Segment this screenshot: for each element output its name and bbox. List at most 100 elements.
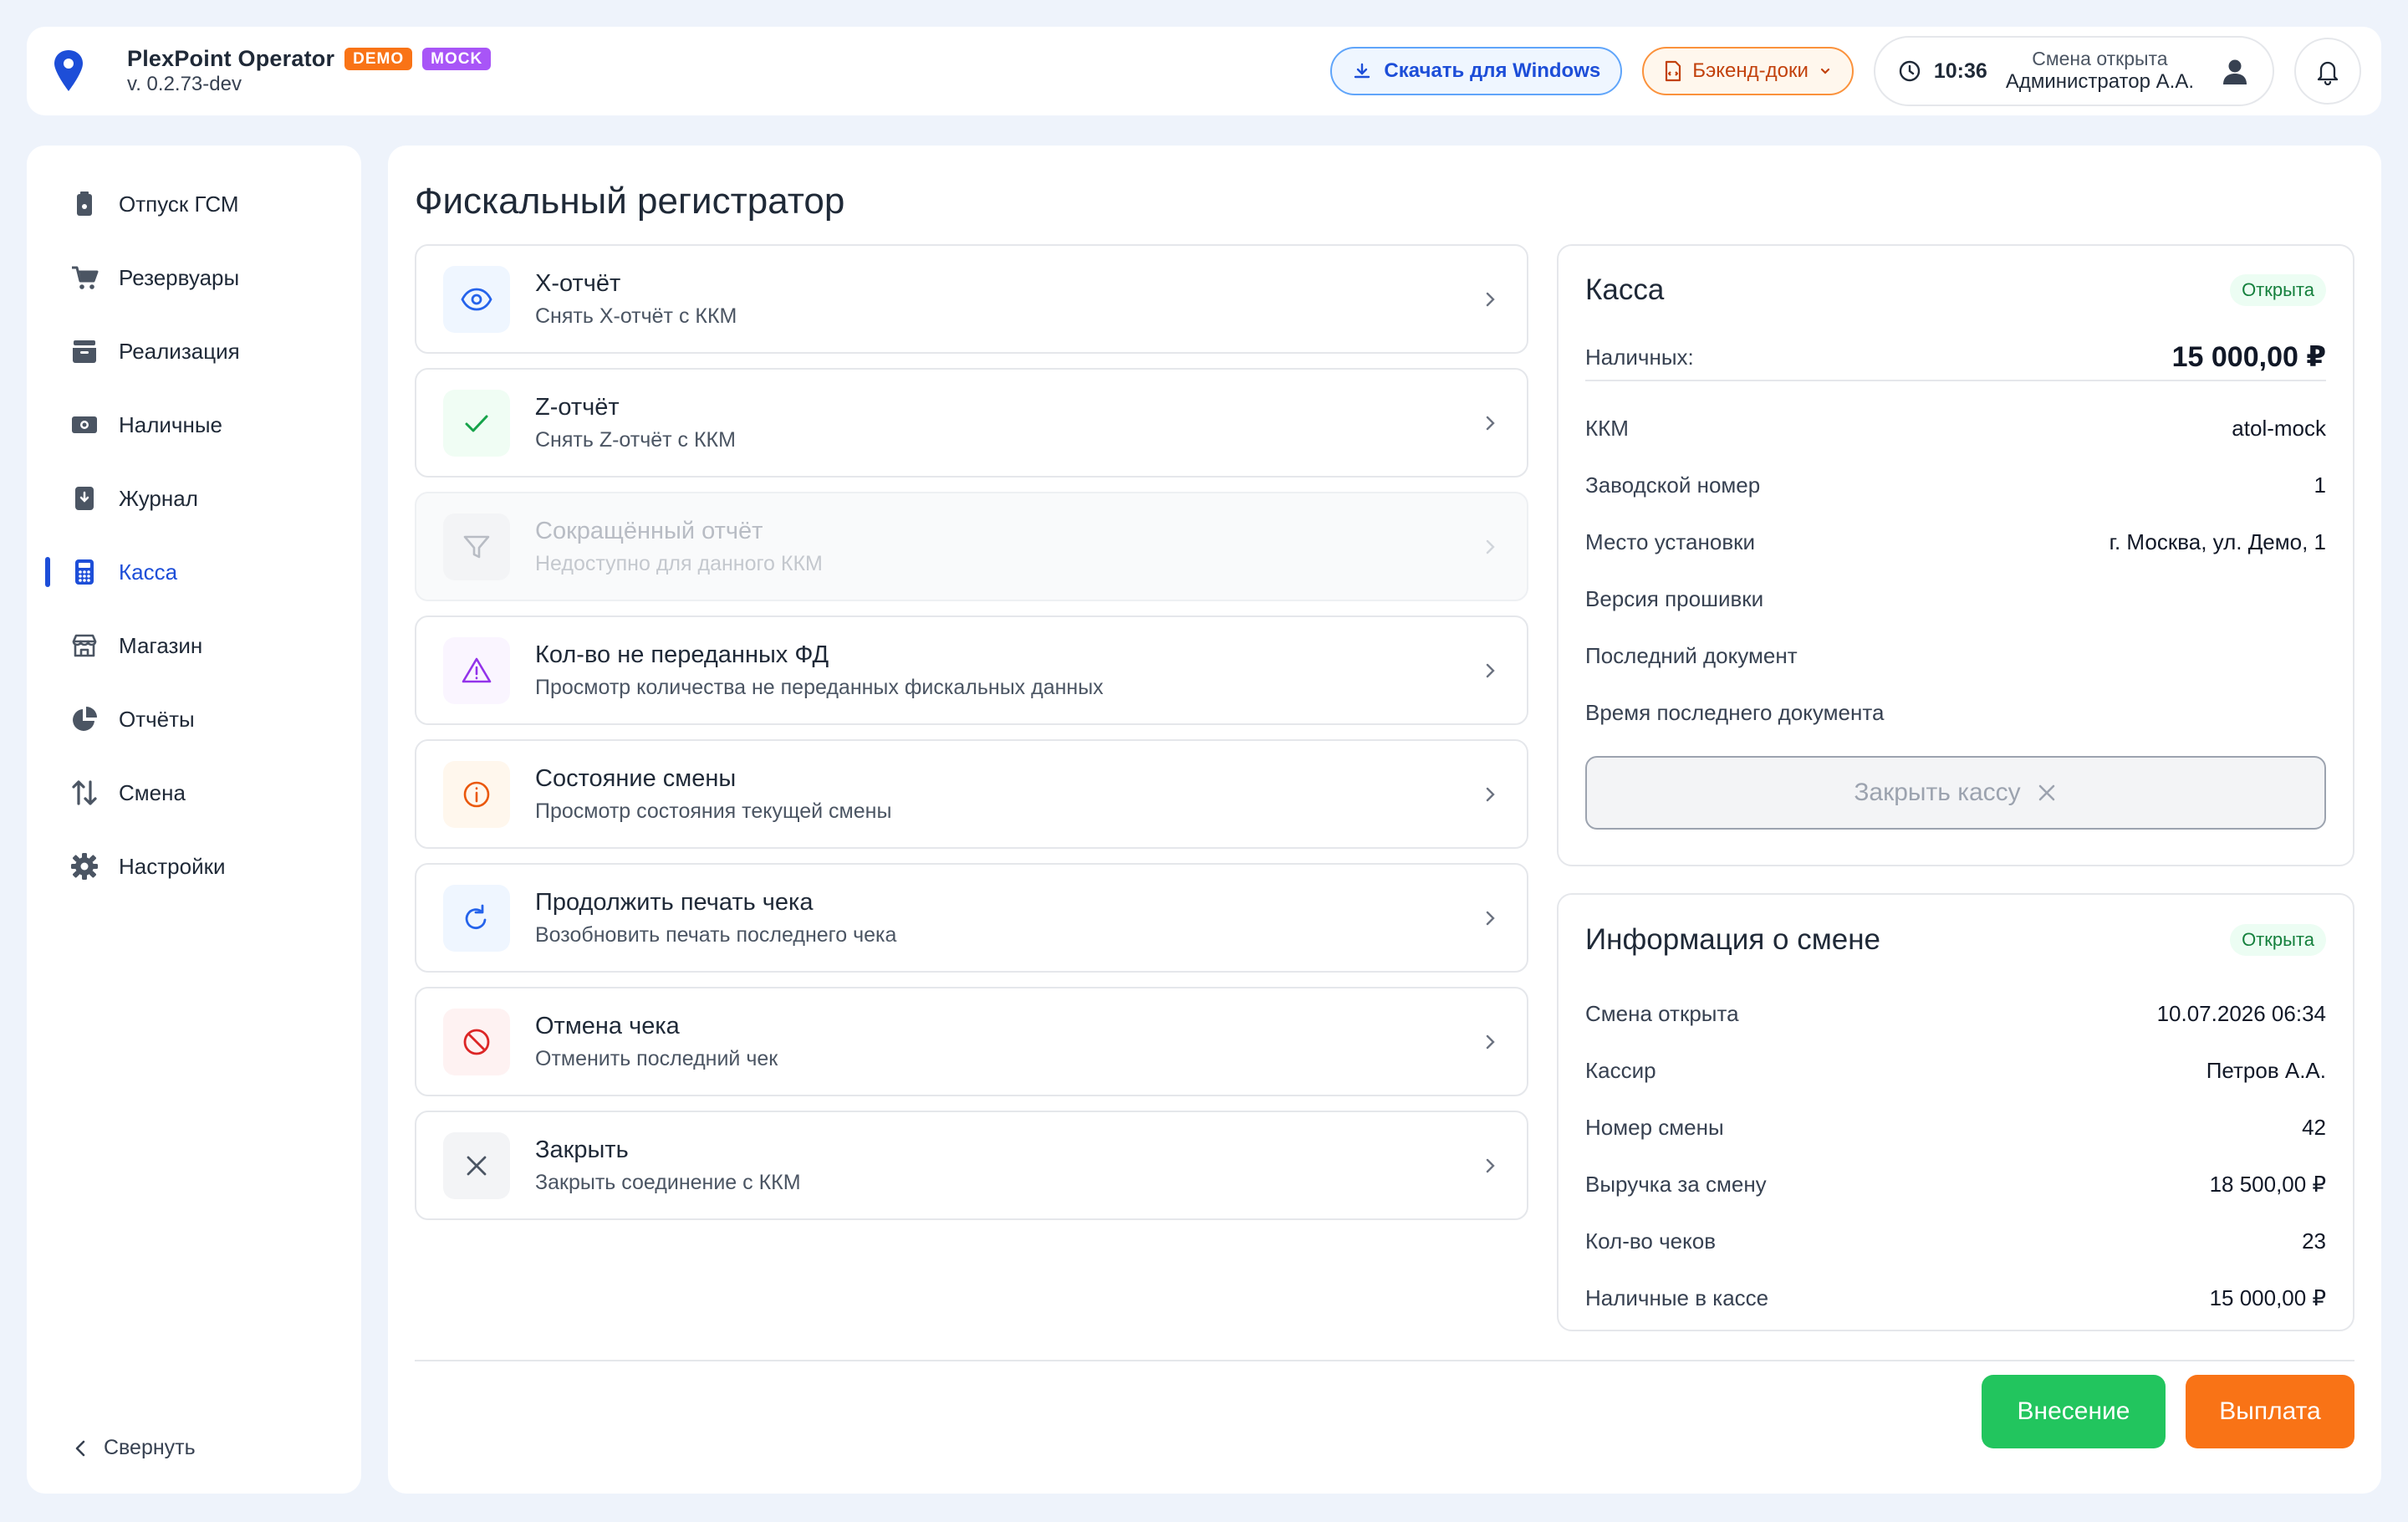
short-report-card: Сокращённый отчёт Недоступно для данного…: [415, 492, 1528, 601]
deposit-button[interactable]: Внесение: [1982, 1375, 2166, 1448]
sidebar-item-label: Отчёты: [119, 706, 195, 732]
action-title: Состояние смены: [535, 764, 737, 792]
x-report-card[interactable]: X-отчёт Снять X-отчёт с ККМ: [415, 244, 1528, 354]
inbox-icon: [70, 337, 99, 365]
fuel-icon: [70, 190, 99, 218]
action-subtitle: Недоступно для данного ККМ: [535, 551, 823, 575]
close-icon: [2036, 782, 2058, 804]
sidebar-item-settings[interactable]: Настройки: [27, 830, 361, 903]
bell-icon: [2314, 57, 2341, 85]
unsent-fd-card[interactable]: Кол-во не переданных ФД Просмотр количес…: [415, 615, 1528, 725]
action-title: Кол-во не переданных ФД: [535, 641, 829, 668]
main-content: Фискальный регистратор X-отчёт Снять X-о…: [388, 146, 2381, 1494]
sidebar-item-label: Смена: [119, 779, 186, 805]
footer-divider: [415, 1360, 2354, 1361]
warning-icon: [443, 636, 510, 704]
user-avatar-icon: [2219, 55, 2251, 87]
firmware-row: Версия прошивки: [1585, 570, 2326, 627]
sidebar-item-label: Журнал: [119, 485, 198, 511]
row-value: г. Москва, ул. Демо, 1: [2109, 529, 2326, 554]
chevron-right-icon: [1480, 661, 1500, 681]
kassa-panel: Касса Открыта Наличных: 15 000,00 ₽ ККМ …: [1557, 244, 2354, 866]
action-subtitle: Снять Z-отчёт с ККМ: [535, 427, 736, 452]
z-report-card[interactable]: Z-отчёт Снять Z-отчёт с ККМ: [415, 368, 1528, 478]
download-label: Скачать для Windows: [1384, 59, 1601, 82]
shift-opened-row: Смена открыта 10.07.2026 06:34: [1585, 985, 2326, 1042]
cash-label: Наличных:: [1585, 344, 1694, 370]
chevron-right-icon: [1480, 784, 1500, 804]
collapse-sidebar-button[interactable]: Свернуть: [74, 1436, 196, 1460]
action-title: Z-отчёт: [535, 393, 620, 421]
app-name: PlexPoint Operator: [127, 46, 335, 71]
shift-info-title: Информация о смене: [1585, 923, 1881, 956]
sidebar-item-tanks[interactable]: Резервуары: [27, 241, 361, 314]
serial-number-row: Заводской номер 1: [1585, 457, 2326, 513]
cash-icon: [70, 411, 99, 439]
row-value: 10.07.2026 06:34: [2156, 1000, 2326, 1026]
notifications-button[interactable]: [2294, 38, 2361, 105]
row-label: Последний документ: [1585, 642, 1798, 668]
close-kassa-label: Закрыть кассу: [1854, 779, 2021, 806]
row-value: 42: [2302, 1114, 2326, 1140]
revenue-row: Выручка за смену 18 500,00 ₽: [1585, 1156, 2326, 1213]
download-icon: [1352, 61, 1372, 81]
kassa-status-badge: Открыта: [2230, 274, 2326, 306]
sidebar-item-reports[interactable]: Отчёты: [27, 682, 361, 756]
row-label: Заводской номер: [1585, 472, 1761, 498]
sidebar-item-journal[interactable]: Журнал: [27, 462, 361, 535]
cancel-receipt-card[interactable]: Отмена чека Отменить последний чек: [415, 987, 1528, 1096]
shift-status-badge: Открыта: [2230, 924, 2326, 956]
brand-block: PlexPoint Operator DEMO MOCK v. 0.2.73-d…: [127, 46, 492, 96]
sidebar-item-cash[interactable]: Наличные: [27, 388, 361, 462]
chevron-down-icon: [1819, 64, 1832, 78]
row-value: 15 000,00 ₽: [2209, 1285, 2326, 1310]
journal-icon: [70, 484, 99, 513]
shift-status-pill[interactable]: 10:36 Смена открыта Администратор А.А.: [1873, 36, 2274, 106]
app-version: v. 0.2.73-dev: [127, 73, 242, 95]
chevron-right-icon: [1480, 289, 1500, 309]
action-title: Закрыть: [535, 1136, 629, 1163]
info-icon: [443, 760, 510, 828]
row-label: ККМ: [1585, 415, 1629, 441]
shift-info-panel: Информация о смене Открыта Смена открыта…: [1557, 893, 2354, 1331]
ban-icon: [443, 1008, 510, 1075]
continue-print-card[interactable]: Продолжить печать чека Возобновить печат…: [415, 863, 1528, 973]
shift-number-row: Номер смены 42: [1585, 1099, 2326, 1156]
refresh-icon: [443, 884, 510, 952]
top-header: PlexPoint Operator DEMO MOCK v. 0.2.73-d…: [27, 27, 2381, 115]
action-subtitle: Закрыть соединение с ККМ: [535, 1170, 801, 1194]
row-value: 18 500,00 ₽: [2209, 1171, 2326, 1197]
close-kassa-button[interactable]: Закрыть кассу: [1585, 756, 2326, 830]
close-connection-card[interactable]: Закрыть Закрыть соединение с ККМ: [415, 1111, 1528, 1220]
cashier-row: Кассир Петров А.А.: [1585, 1042, 2326, 1099]
cash-value: 15 000,00 ₽: [2171, 341, 2326, 373]
row-value: Петров А.А.: [2206, 1057, 2326, 1083]
payout-button[interactable]: Выплата: [2186, 1375, 2354, 1448]
sidebar-item-shift[interactable]: Смена: [27, 756, 361, 830]
receipts-count-row: Кол-во чеков 23: [1585, 1213, 2326, 1269]
kassa-title: Касса: [1585, 273, 1665, 306]
sidebar-item-store[interactable]: Магазин: [27, 609, 361, 682]
page-title: Фискальный регистратор: [415, 181, 845, 222]
download-windows-button[interactable]: Скачать для Windows: [1330, 47, 1623, 95]
chevron-left-icon: [74, 1438, 87, 1458]
sidebar-item-label: Отпуск ГСМ: [119, 191, 239, 217]
user-name: Администратор А.А.: [2005, 70, 2194, 94]
cart-icon: [70, 263, 99, 292]
action-subtitle: Снять X-отчёт с ККМ: [535, 304, 737, 328]
row-label: Версия прошивки: [1585, 585, 1764, 611]
sidebar-item-fuel[interactable]: Отпуск ГСМ: [27, 167, 361, 241]
action-title: X-отчёт: [535, 269, 621, 297]
shift-state-card[interactable]: Состояние смены Просмотр состояния текущ…: [415, 739, 1528, 849]
action-subtitle: Возобновить печать последнего чека: [535, 922, 897, 947]
sidebar-item-kassa[interactable]: Касса: [27, 535, 361, 609]
sidebar: Отпуск ГСМ Резервуары Реализация Наличны…: [27, 146, 361, 1494]
sidebar-item-sales[interactable]: Реализация: [27, 314, 361, 388]
swap-arrows-icon: [70, 779, 99, 807]
backend-docs-button[interactable]: Бэкенд-доки: [1642, 47, 1854, 95]
last-document-row: Последний документ: [1585, 627, 2326, 684]
close-icon: [443, 1131, 510, 1199]
sidebar-item-label: Резервуары: [119, 264, 240, 290]
kkm-row: ККМ atol-mock: [1585, 400, 2326, 457]
check-icon: [443, 389, 510, 457]
